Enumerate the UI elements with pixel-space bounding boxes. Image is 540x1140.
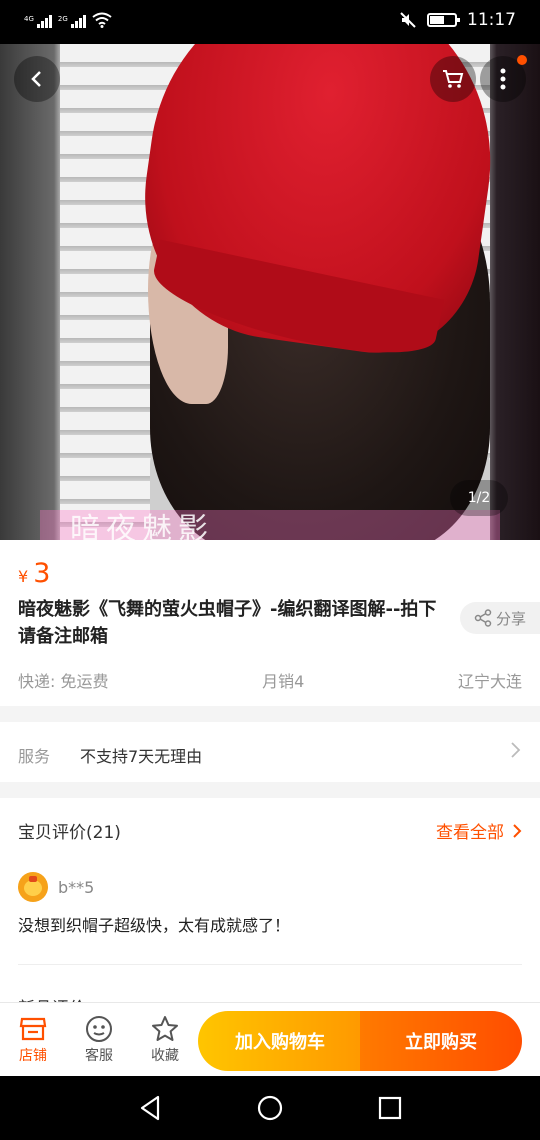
system-navigation-bar	[0, 1076, 540, 1140]
chevron-right-icon	[511, 742, 521, 758]
shop-button[interactable]: 店铺	[8, 1013, 58, 1065]
chat-face-icon	[86, 1016, 112, 1042]
more-button[interactable]	[480, 55, 527, 102]
share-label: 分享	[495, 609, 526, 628]
price: ¥ 3	[18, 558, 50, 589]
cellular-signal-icon: 4G	[24, 15, 52, 28]
service-label: 服务	[18, 747, 51, 766]
product-title: 暗夜魅影《飞舞的萤火虫帽子》-编织翻译图解--拍下请备注邮箱	[18, 599, 437, 647]
service-value: 不支持7天无理由	[80, 747, 203, 766]
image-caption: 暗夜魅影	[70, 512, 214, 540]
chevron-left-icon	[31, 71, 41, 87]
share-icon	[474, 609, 492, 627]
image-pager: 1/2	[450, 480, 508, 516]
favorite-button[interactable]: 收藏	[140, 1013, 190, 1065]
shop-label: 店铺	[19, 1048, 47, 1064]
bottom-action-bar: 店铺 客服 收藏 加入购物车 立即购买	[0, 1002, 540, 1076]
currency-symbol: ¥	[18, 567, 29, 586]
shipping-info: 快递: 免运费	[18, 672, 109, 691]
back-button[interactable]	[14, 56, 60, 102]
reviews-section: 宝贝评价(21) 查看全部 b**5 没想到织帽子超级快，太有成就感了！ 新品评…	[0, 798, 540, 1008]
nav-home-icon[interactable]	[256, 1093, 284, 1123]
cellular-signal-2-icon: 2G	[58, 15, 86, 28]
product-meta: 快递: 免运费 月销4 辽宁大连	[18, 668, 522, 692]
view-all-reviews-link[interactable]: 查看全部	[436, 818, 522, 843]
more-vertical-icon	[500, 68, 506, 90]
price-value: 3	[33, 558, 51, 589]
shop-icon	[19, 1017, 47, 1041]
reviews-title: 宝贝评价(21)	[18, 823, 121, 843]
review-username: b**5	[58, 878, 95, 897]
review-text: 没想到织帽子超级快，太有成就感了！	[18, 916, 291, 935]
product-info-card: ¥ 3 暗夜魅影《飞舞的萤火虫帽子》-编织翻译图解--拍下请备注邮箱 分享 快递…	[0, 540, 540, 706]
buy-now-button[interactable]: 立即购买	[360, 1011, 522, 1071]
customer-service-button[interactable]: 客服	[74, 1013, 124, 1065]
battery-icon	[427, 13, 460, 27]
mute-icon	[400, 12, 416, 28]
favorite-label: 收藏	[151, 1048, 179, 1064]
wifi-icon	[92, 12, 112, 28]
nav-back-icon[interactable]	[136, 1093, 164, 1123]
nav-recents-icon[interactable]	[376, 1093, 404, 1123]
chevron-right-icon	[513, 823, 522, 838]
product-image-carousel[interactable]: 暗夜魅影 1/2	[0, 44, 540, 540]
service-row[interactable]: 服务 不支持7天无理由	[0, 722, 540, 782]
cart-icon	[443, 70, 464, 88]
view-all-label: 查看全部	[436, 823, 504, 843]
customer-service-label: 客服	[85, 1048, 113, 1064]
star-icon	[152, 1016, 178, 1041]
ship-location: 辽宁大连	[457, 672, 522, 691]
status-bar: 4G 2G 11:17	[0, 0, 540, 44]
cart-button[interactable]	[430, 56, 476, 102]
monthly-sales: 月销4	[262, 672, 305, 691]
add-to-cart-button[interactable]: 加入购物车	[198, 1011, 362, 1071]
avatar	[18, 872, 48, 902]
clock: 11:17	[467, 10, 516, 30]
notification-dot	[517, 55, 527, 65]
divider	[18, 964, 522, 965]
share-button[interactable]: 分享	[460, 602, 540, 634]
